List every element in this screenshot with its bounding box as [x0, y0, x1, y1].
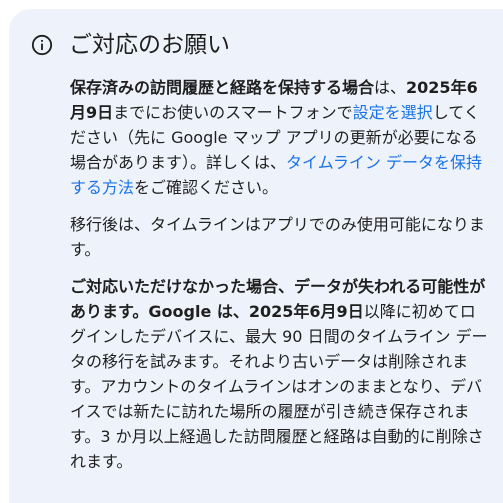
paragraph-retain-history: 保存済みの訪問履歴と経路を保持する場合は、2025年6月9日までにお使いのスマー…	[70, 75, 490, 200]
notice-card: ご対応のお願い 保存済みの訪問履歴と経路を保持する場合は、 2025年6月9日 まで…	[9, 9, 503, 503]
info-icon	[31, 34, 53, 56]
bold-retain-condition: 保存済みの訪問履歴と経路を保持する場合	[70, 78, 375, 97]
text-segment: 以降に初めてログインしたデバイスに、最大 90 日間のタイムライン データの移行…	[70, 302, 488, 471]
paragraph-app-only: 移行後は、タイムラインはアプリでのみ使用可能になります。	[70, 215, 485, 259]
notice-body: 保存済みの訪問履歴と経路を保持する場合は、 2025年6月9日 までにお使いのスマー…	[70, 75, 490, 486]
text-segment: までにお使いのスマートフォンで	[113, 103, 353, 122]
text-segment: は、	[374, 78, 407, 97]
paragraph-data-loss-warning: ご対応いただけなかった場合、データが失われる可能性があります。Google は、…	[70, 274, 490, 474]
deadline-date: 2025年6月9日	[248, 302, 364, 321]
select-settings-link[interactable]: 設定を選択	[353, 103, 433, 122]
notice-header: ご対応のお願い	[31, 29, 230, 61]
notice-title: ご対応のお願い	[69, 32, 230, 58]
text-segment: をご確認ください。	[134, 178, 279, 197]
